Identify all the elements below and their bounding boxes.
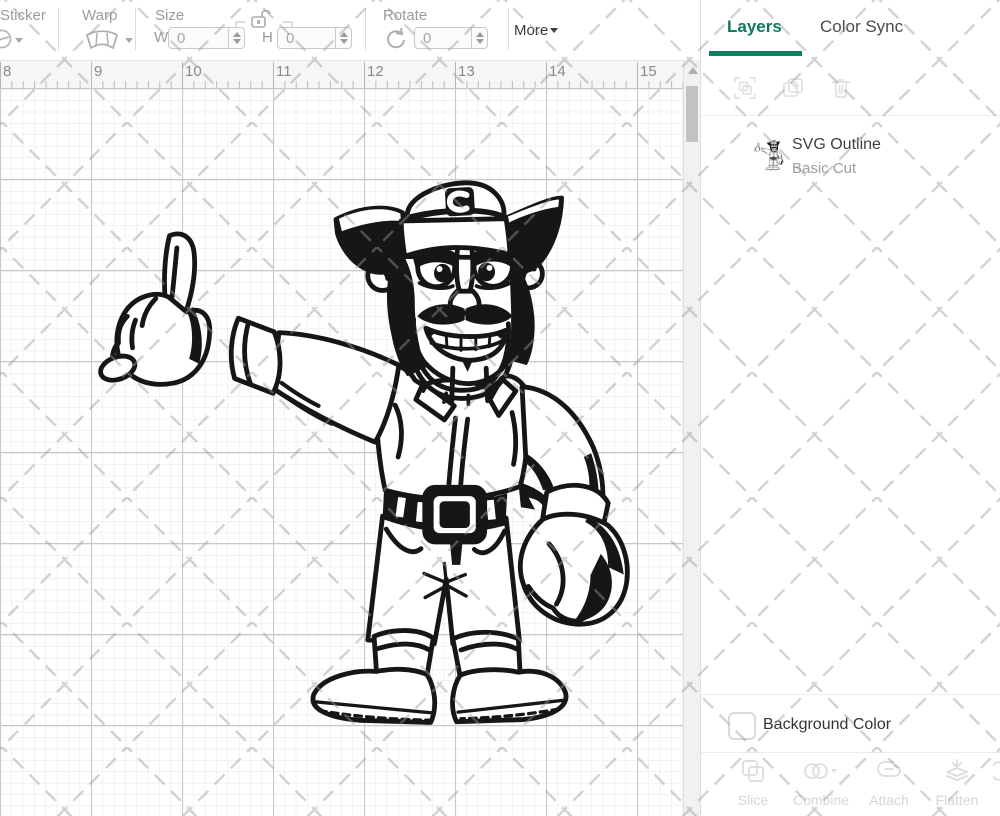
sticker-icon[interactable]	[0, 28, 13, 50]
ruler-ticks	[0, 61, 683, 88]
combine-button[interactable]: Combine	[793, 758, 849, 808]
partial-action-icon[interactable]	[993, 758, 1000, 784]
layer-title: SVG Outline	[792, 136, 881, 154]
more-label: More	[514, 22, 548, 39]
width-field-label: W	[154, 29, 168, 46]
width-input[interactable]	[169, 28, 228, 48]
panel-divider	[701, 694, 1000, 695]
layer-subtitle: Basic Cut	[792, 160, 856, 177]
height-stepper[interactable]	[335, 28, 351, 48]
tab-color-sync[interactable]: Color Sync	[820, 17, 903, 37]
scrollbar-thumb[interactable]	[686, 86, 698, 142]
panel-divider	[701, 752, 1000, 753]
tab-layers[interactable]: Layers	[727, 17, 782, 37]
height-input-box	[277, 27, 352, 49]
layers-panel: Layers Color Sync	[700, 0, 1000, 816]
active-tab-underline	[709, 51, 802, 56]
attach-button[interactable]: Attach	[861, 758, 917, 808]
attach-label: Attach	[861, 792, 917, 808]
background-color-swatch[interactable]	[728, 712, 756, 740]
design-app-window: Sticker Warp Size W H	[0, 0, 1000, 816]
sticker-dropdown-caret[interactable]	[15, 38, 23, 43]
width-stepper[interactable]	[228, 28, 244, 48]
slice-label: Slice	[725, 792, 781, 808]
rotate-input[interactable]	[415, 28, 471, 48]
sticker-section-label: Sticker	[0, 7, 46, 24]
top-toolbar: Sticker Warp Size W H	[0, 0, 700, 60]
rotate-input-box	[414, 27, 488, 49]
duplicate-icon[interactable]	[781, 76, 805, 100]
size-section-label: Size	[155, 7, 184, 24]
rotate-icon[interactable]	[385, 27, 409, 51]
warp-icon[interactable]	[84, 30, 120, 50]
panel-divider	[701, 115, 1000, 116]
design-canvas[interactable]: 8 9 10 11 12 13 14 15	[0, 60, 683, 816]
height-field-label: H	[262, 29, 273, 46]
toolbar-divider	[508, 8, 509, 50]
height-input[interactable]	[278, 28, 335, 48]
mascot-artwork[interactable]	[80, 161, 660, 741]
more-button[interactable]: More	[514, 22, 548, 39]
layer-row-svg-outline[interactable]: SVG Outline Basic Cut	[701, 120, 1000, 190]
more-dropdown-caret[interactable]	[550, 28, 558, 33]
scroll-up-arrow-icon[interactable]	[688, 67, 698, 74]
group-icon[interactable]	[733, 76, 757, 100]
horizontal-ruler: 8 9 10 11 12 13 14 15	[0, 61, 683, 89]
flatten-button[interactable]: Flatten	[929, 758, 985, 808]
rotate-section-label: Rotate	[383, 7, 427, 24]
toolbar-divider	[58, 8, 59, 50]
toolbar-divider	[135, 8, 136, 50]
flatten-icon	[944, 758, 970, 784]
toolbar-divider	[365, 8, 366, 50]
vertical-scrollbar[interactable]	[683, 60, 701, 816]
combine-icon	[802, 758, 840, 784]
slice-button[interactable]: Slice	[725, 758, 781, 808]
rotate-stepper[interactable]	[471, 28, 487, 48]
slice-icon	[740, 758, 766, 784]
attach-icon	[876, 758, 902, 784]
background-color-label: Background Color	[763, 716, 891, 734]
warp-section-label: Warp	[82, 7, 117, 24]
width-input-box	[168, 27, 245, 49]
flatten-label: Flatten	[929, 792, 985, 808]
warp-dropdown-caret[interactable]	[125, 38, 133, 43]
delete-icon[interactable]	[829, 76, 853, 100]
combine-label: Combine	[793, 792, 849, 808]
layer-thumbnail	[753, 134, 785, 176]
